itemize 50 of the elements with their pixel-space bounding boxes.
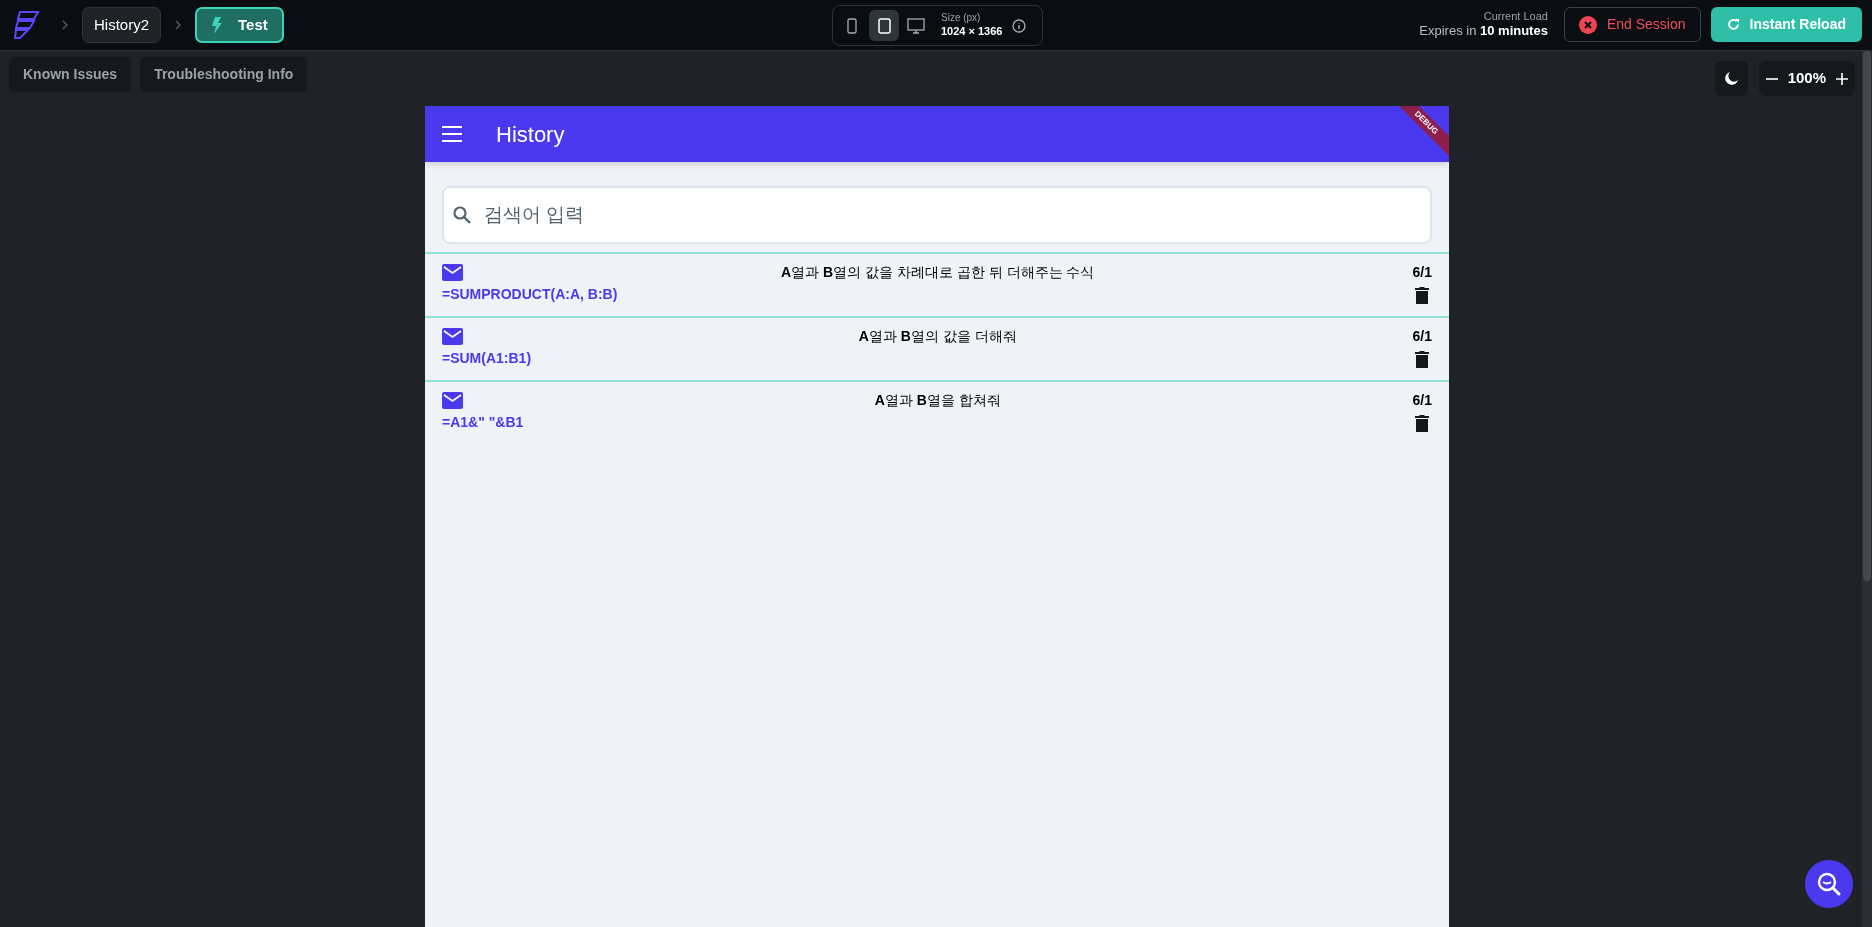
trash-icon[interactable] bbox=[1415, 349, 1429, 368]
lightning-icon bbox=[211, 16, 222, 34]
project-button[interactable]: History2 bbox=[82, 7, 161, 43]
toolbar-button[interactable]: Troubleshooting Info bbox=[140, 56, 308, 92]
search-icon bbox=[452, 205, 472, 225]
mail-icon bbox=[442, 391, 463, 409]
app-title: History bbox=[496, 120, 565, 149]
mail-icon bbox=[442, 263, 463, 281]
chevron-icon bbox=[62, 20, 68, 30]
zoom-in-button[interactable] bbox=[1835, 71, 1849, 86]
minus-icon bbox=[1765, 77, 1778, 80]
chevron-icon bbox=[175, 20, 181, 30]
item-formula: =A1&" "&B1 bbox=[442, 413, 524, 432]
mail-icon bbox=[442, 327, 463, 345]
history-item[interactable]: A열과 B열의 값을 차례대로 곱한 뒤 더해주는 수식 6/1 =SUMPRODUCT(A:A, B:B) bbox=[425, 252, 1449, 316]
search-assistant-button[interactable] bbox=[1805, 860, 1853, 908]
item-date: 6/1 bbox=[1412, 326, 1432, 346]
page-button[interactable]: Test bbox=[195, 7, 284, 43]
load-label: Current Load bbox=[1483, 9, 1548, 24]
item-question: A열과 B열의 값을 더해줘 bbox=[857, 326, 1018, 346]
monitor-icon bbox=[907, 17, 925, 34]
zoom-level: 100% bbox=[1787, 68, 1826, 89]
toolbar-button[interactable]: Known Issues bbox=[9, 56, 132, 92]
close-icon bbox=[1578, 15, 1597, 34]
menu-icon[interactable] bbox=[442, 126, 462, 142]
search-field[interactable]: 검색어 입력 bbox=[442, 186, 1432, 244]
item-formula: =SUM(A1:B1) bbox=[442, 349, 532, 368]
logo-icon[interactable] bbox=[14, 10, 40, 40]
dark-mode-button[interactable] bbox=[1714, 61, 1748, 96]
item-question: A열과 B열의 값을 차례대로 곱한 뒤 더해주는 수식 bbox=[780, 262, 1096, 282]
tablet-icon bbox=[877, 17, 891, 34]
item-formula: =SUMPRODUCT(A:A, B:B) bbox=[442, 285, 618, 304]
search-icon bbox=[1816, 871, 1842, 897]
history-item[interactable]: A열과 B열을 합쳐줘 6/1 =A1&" "&B1 bbox=[425, 380, 1449, 444]
size-label: Size (px) bbox=[941, 12, 982, 25]
trash-icon[interactable] bbox=[1415, 413, 1429, 432]
size-value: 1024 × 1366 bbox=[941, 24, 1003, 39]
item-date: 6/1 bbox=[1412, 390, 1432, 410]
end-session-button[interactable]: End Session bbox=[1563, 7, 1701, 42]
info-icon[interactable] bbox=[1012, 18, 1027, 33]
expires-text: Expires in 10 minutes bbox=[1419, 23, 1548, 40]
moon-icon bbox=[1723, 71, 1739, 86]
history-item[interactable]: A열과 B열의 값을 더해줘 6/1 =SUM(A1:B1) bbox=[425, 316, 1449, 380]
item-question: A열과 B열을 합쳐줘 bbox=[873, 390, 1002, 410]
device-button[interactable] bbox=[869, 10, 899, 41]
item-date: 6/1 bbox=[1412, 262, 1432, 282]
phone-icon bbox=[847, 17, 857, 34]
reload-icon bbox=[1726, 18, 1740, 31]
plus-icon bbox=[1836, 72, 1848, 85]
trash-icon[interactable] bbox=[1415, 285, 1429, 304]
